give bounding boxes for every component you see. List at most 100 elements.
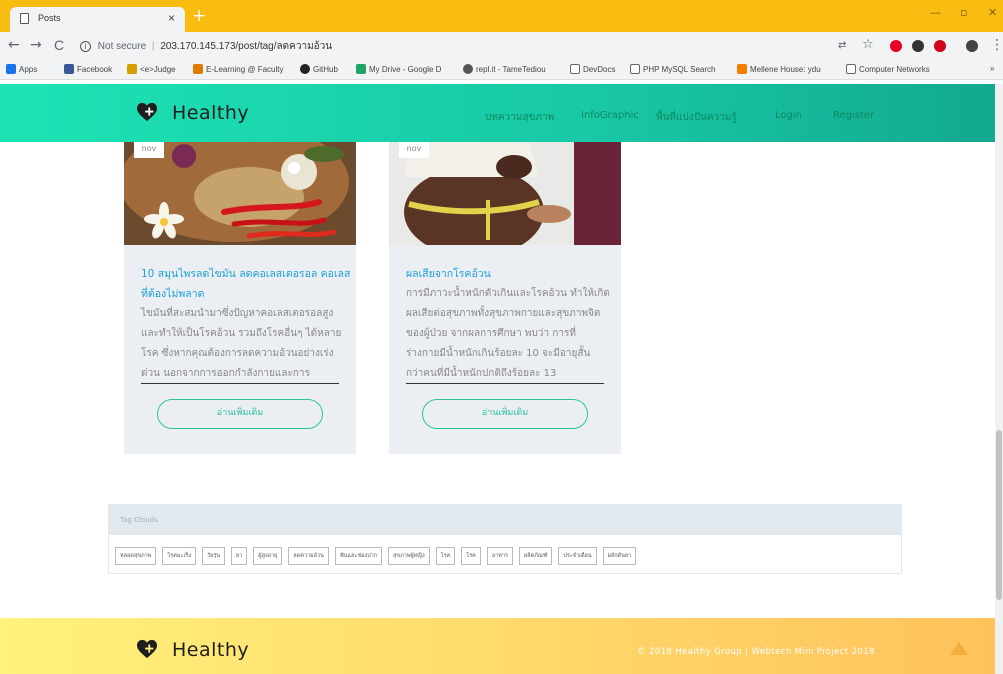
facebook-icon [64,64,74,74]
tag-item[interactable]: ผู้สูงอายุ [253,547,283,565]
scrollbar-thumb[interactable] [996,430,1002,600]
tag-item[interactable]: โรค [461,547,481,565]
excerpt-line: ไขมันที่สะสมนำมาซึ่งปัญหาคอเลสเตอรอลสูง [141,308,334,319]
back-to-top-icon[interactable] [950,642,968,655]
bookmark-label: GitHub [313,65,338,74]
bookmark-label: DevDocs [583,65,616,74]
tag-item[interactable]: ผลิตภัณฑ์ [518,547,553,565]
bookmark-judge[interactable]: <e>Judge [127,64,176,74]
article-title[interactable]: 10 สมุนไพรลดไขมัน ลดคอเลสเตอรอล คอเลสที่… [141,264,351,304]
github-icon [300,64,310,74]
tab-close-icon[interactable]: × [168,11,175,25]
bookmark-star-icon[interactable]: ☆ [862,37,874,52]
bookmark-mellene-house[interactable]: Mellene House: ydu [737,64,821,74]
tag-item[interactable]: หลอดสุขภาพ [115,547,157,565]
replit-icon [463,64,473,74]
google-drive-icon [356,64,366,74]
excerpt-line: ด่วน นอกจากการออกกำลังกายและการ [141,368,310,379]
url-separator: | [151,41,155,52]
back-button[interactable]: ← [8,37,20,53]
security-label: Not secure [97,41,147,52]
nav-login[interactable]: Login [775,110,802,121]
excerpt-line: การมีภาวะน้ำหนักตัวเกินและโรคอ้วน ทำให้เ… [406,288,610,299]
site-footer: Healthy © 2018 Healthy Group | Webtech M… [0,618,1003,674]
info-icon[interactable]: i [80,41,91,52]
tag-list: หลอดสุขภาพ โรคมะเร็ง วัยรุ่น ยา ผู้สูงอา… [115,547,637,565]
bookmark-label: My Drive - Google D [369,65,442,74]
page-icon [846,64,856,74]
nav-health-articles[interactable]: บทความสุขภาพ [485,110,554,125]
read-more-button[interactable]: อ่านเพิ่มเติม [422,399,588,429]
bookmark-label: E-Learning @ Faculty [206,65,284,74]
menu-icon[interactable]: ⋮ [990,37,1003,53]
close-window-button[interactable]: ✕ [988,6,997,19]
bookmark-github[interactable]: GitHub [300,64,338,74]
maximize-button[interactable]: ▫ [960,6,967,19]
nav-infographic[interactable]: InfoGraphic [581,110,639,121]
site-brand[interactable]: Healthy [172,102,249,124]
read-more-button[interactable]: อ่านเพิ่มเติม [157,399,323,429]
article-card: nov ผลเสียจากโรคอ้วน การมีภาวะน้ำหนักตัว… [389,142,621,454]
browser-tab-strip: Posts × + — ▫ ✕ [0,0,1003,32]
bookmark-apps[interactable]: Apps [6,64,37,74]
heart-plus-logo-icon[interactable] [136,639,158,659]
pinterest-icon[interactable] [890,40,902,52]
adblock-icon[interactable] [934,40,946,52]
address-bar: ← → C i Not secure | 203.170.145.173/pos… [0,32,1003,60]
footer-brand[interactable]: Healthy [172,639,249,661]
bookmark-google-drive[interactable]: My Drive - Google D [356,64,441,74]
url-field[interactable]: i Not secure | 203.170.145.173/post/tag/… [80,36,840,56]
tag-item[interactable]: ยา [231,547,248,565]
excerpt-line: และทำให้เป็นโรคอ้วน รวมถึงโรคอื่นๆ ได้หล… [141,328,342,339]
apps-grid-icon [6,64,16,74]
tag-item[interactable]: โรค [435,547,456,565]
excerpt-line: โรค ซึ่งหากคุณต้องการลดความอ้วนอย่างเร่ง [141,348,334,359]
minimize-button[interactable]: — [930,6,941,19]
bookmark-elearning[interactable]: E-Learning @ Faculty [193,64,284,74]
date-badge: nov [399,142,429,158]
bookmark-computer-networks[interactable]: Computer Networks [846,64,930,74]
nav-register[interactable]: Register [833,110,874,121]
page-icon [630,64,640,74]
article-image-herbs[interactable]: nov [124,142,356,245]
nav-knowledge-sharing[interactable]: พื้นที่แบ่งปันความรู้ [656,110,737,125]
translate-icon[interactable]: ⇄ [838,40,846,51]
tag-item[interactable]: โรคมะเร็ง [162,547,197,565]
article-excerpt: ไขมันที่สะสมนำมาซึ่งปัญหาคอเลสเตอรอลสูง … [141,304,353,384]
tag-item[interactable]: อาหาร [486,547,513,565]
date-badge: nov [134,142,164,158]
extension-icon[interactable] [912,40,924,52]
bookmark-replit[interactable]: repl.it - TameTediou [463,64,546,74]
page-icon [20,13,29,24]
heart-plus-logo-icon[interactable] [136,102,158,122]
tag-item[interactable]: ผลักดันยา [602,547,637,565]
tag-item[interactable]: ลดความอ้วน [288,547,329,565]
bookmarks-bar: Apps Facebook <e>Judge E-Learning @ Facu… [0,60,1003,80]
reload-button[interactable]: C [54,37,64,53]
browser-tab[interactable]: Posts × [10,7,185,32]
bookmark-facebook[interactable]: Facebook [64,64,112,74]
tag-item[interactable]: ฟันและช่องปาก [334,547,382,565]
divider [141,383,339,384]
excerpt-line: กว่าคนที่มีน้ำหนักปกติถึงร้อยละ 13 [406,368,557,379]
tag-item[interactable]: สุขภาพผู้หญิง [387,547,430,565]
url-text: 203.170.145.173/post/tag/ลดความอ้วน [160,41,333,52]
new-tab-button[interactable]: + [192,6,206,26]
copyright-text: © 2018 Healthy Group | Webtech Mini Proj… [637,647,875,657]
bookmarks-overflow-button[interactable]: » [990,64,994,73]
tab-title: Posts [38,13,61,23]
elearning-icon [193,64,203,74]
tag-item[interactable]: วัยรุ่น [202,547,226,565]
article-excerpt: การมีภาวะน้ำหนักตัวเกินและโรคอ้วน ทำให้เ… [406,284,618,384]
article-image-obesity[interactable]: nov [389,142,621,245]
tag-item[interactable]: ประจำเดือน [558,547,597,565]
bookmark-label: Facebook [77,65,113,74]
article-title[interactable]: ผลเสียจากโรคอ้วน [406,264,616,284]
devdocs-icon [570,64,580,74]
profile-avatar[interactable] [966,40,978,52]
excerpt-line: ผลเสียต่อสุขภาพทั้งสุขภาพกายและสุขภาพจิต [406,308,601,319]
forward-button[interactable]: → [30,37,42,53]
bookmark-devdocs[interactable]: DevDocs [570,64,615,74]
tag-cloud-title: Tag Clouds [108,504,902,534]
bookmark-php-mysql[interactable]: PHP MySQL Search [630,64,715,74]
